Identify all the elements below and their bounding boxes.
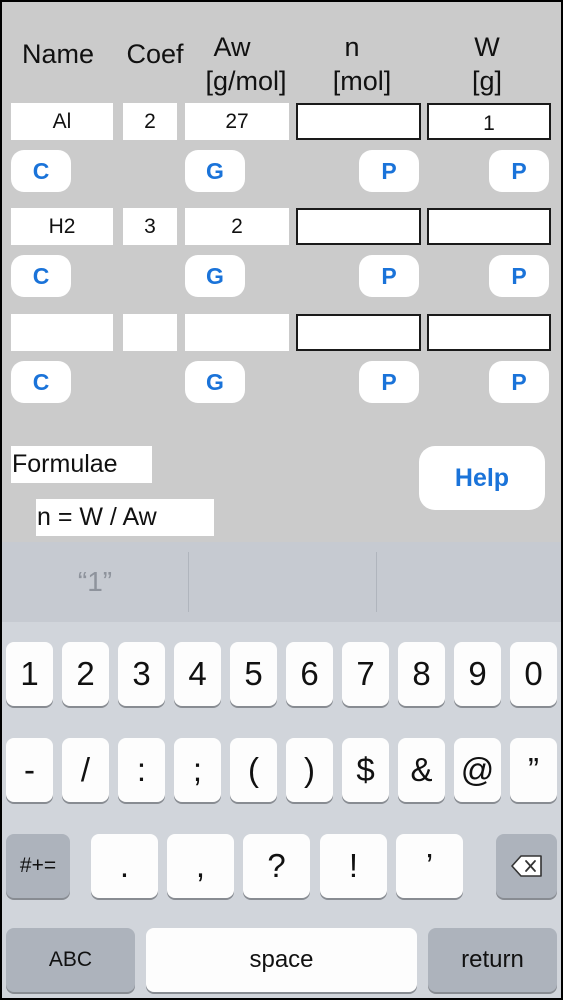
row1-aw-input[interactable]: 27 [185, 103, 289, 140]
key-quote[interactable]: ” [510, 738, 557, 802]
row2-w-field[interactable] [427, 208, 551, 245]
key-question[interactable]: ? [243, 834, 310, 898]
key-4[interactable]: 4 [174, 642, 221, 706]
key-5[interactable]: 5 [230, 642, 277, 706]
key-at[interactable]: @ [454, 738, 501, 802]
suggestion-2[interactable] [189, 542, 375, 622]
header-aw: Aw [213, 32, 251, 62]
row3-w-field[interactable] [427, 314, 551, 351]
row1-coef-input[interactable]: 2 [123, 103, 177, 140]
row3-aw-input[interactable] [185, 314, 289, 351]
header-n-unit: [mol] [332, 66, 392, 96]
header-w-unit: [g] [471, 66, 503, 96]
formulae-label: Formulae [11, 446, 152, 483]
key-abc[interactable]: ABC [6, 928, 135, 992]
row2-name-input[interactable]: H2 [11, 208, 113, 245]
row1-c-button[interactable]: C [11, 150, 71, 192]
key-9[interactable]: 9 [454, 642, 501, 706]
key-return[interactable]: return [428, 928, 557, 992]
help-button[interactable]: Help [419, 446, 545, 510]
key-space[interactable]: space [146, 928, 417, 992]
key-period[interactable]: . [91, 834, 158, 898]
row1-p-w-button[interactable]: P [489, 150, 549, 192]
row2-n-field[interactable] [296, 208, 421, 245]
key-1[interactable]: 1 [6, 642, 53, 706]
key-0[interactable]: 0 [510, 642, 557, 706]
row1-name-input[interactable]: Al [11, 103, 113, 140]
row2-coef-input[interactable]: 3 [123, 208, 177, 245]
key-2[interactable]: 2 [62, 642, 109, 706]
key-comma[interactable]: , [167, 834, 234, 898]
header-n: n [344, 32, 360, 62]
key-apostrophe[interactable]: ’ [396, 834, 463, 898]
header-name: Name [21, 39, 95, 69]
key-8[interactable]: 8 [398, 642, 445, 706]
row1-n-field[interactable] [296, 103, 421, 140]
key-semicolon[interactable]: ; [174, 738, 221, 802]
calculator-screen: Name Coef Aw [g/mol] n [mol] W [g] Al 2 … [2, 2, 561, 998]
key-delete[interactable] [496, 834, 557, 898]
numeric-keyboard: “1” 1 2 3 4 5 6 7 8 9 0 - / : ; ( ) $ & … [2, 542, 561, 998]
row3-n-field[interactable] [296, 314, 421, 351]
key-ampersand[interactable]: & [398, 738, 445, 802]
row3-coef-input[interactable] [123, 314, 177, 351]
row3-name-input[interactable] [11, 314, 113, 351]
row3-g-button[interactable]: G [185, 361, 245, 403]
row2-g-button[interactable]: G [185, 255, 245, 297]
suggestion-1[interactable]: “1” [2, 542, 188, 622]
backspace-icon [510, 855, 542, 877]
key-slash[interactable]: / [62, 738, 109, 802]
row3-c-button[interactable]: C [11, 361, 71, 403]
key-3[interactable]: 3 [118, 642, 165, 706]
key-6[interactable]: 6 [286, 642, 333, 706]
suggestion-bar: “1” [2, 542, 561, 622]
header-aw-unit: [g/mol] [205, 66, 287, 96]
row2-p-w-button[interactable]: P [489, 255, 549, 297]
row2-p-n-button[interactable]: P [359, 255, 419, 297]
key-colon[interactable]: : [118, 738, 165, 802]
row1-p-n-button[interactable]: P [359, 150, 419, 192]
suggestion-3[interactable] [377, 542, 561, 622]
key-7[interactable]: 7 [342, 642, 389, 706]
key-more-symbols[interactable]: #+= [6, 834, 70, 898]
header-w: W [474, 32, 500, 62]
row2-c-button[interactable]: C [11, 255, 71, 297]
formula-text: n = W / Aw [36, 499, 214, 536]
row1-g-button[interactable]: G [185, 150, 245, 192]
key-dollar[interactable]: $ [342, 738, 389, 802]
row3-p-n-button[interactable]: P [359, 361, 419, 403]
row1-w-field[interactable]: 1 [427, 103, 551, 140]
row2-aw-input[interactable]: 2 [185, 208, 289, 245]
row3-p-w-button[interactable]: P [489, 361, 549, 403]
header-coef: Coef [126, 39, 184, 69]
key-close-paren[interactable]: ) [286, 738, 333, 802]
key-open-paren[interactable]: ( [230, 738, 277, 802]
key-exclamation[interactable]: ! [320, 834, 387, 898]
key-hyphen[interactable]: - [6, 738, 53, 802]
